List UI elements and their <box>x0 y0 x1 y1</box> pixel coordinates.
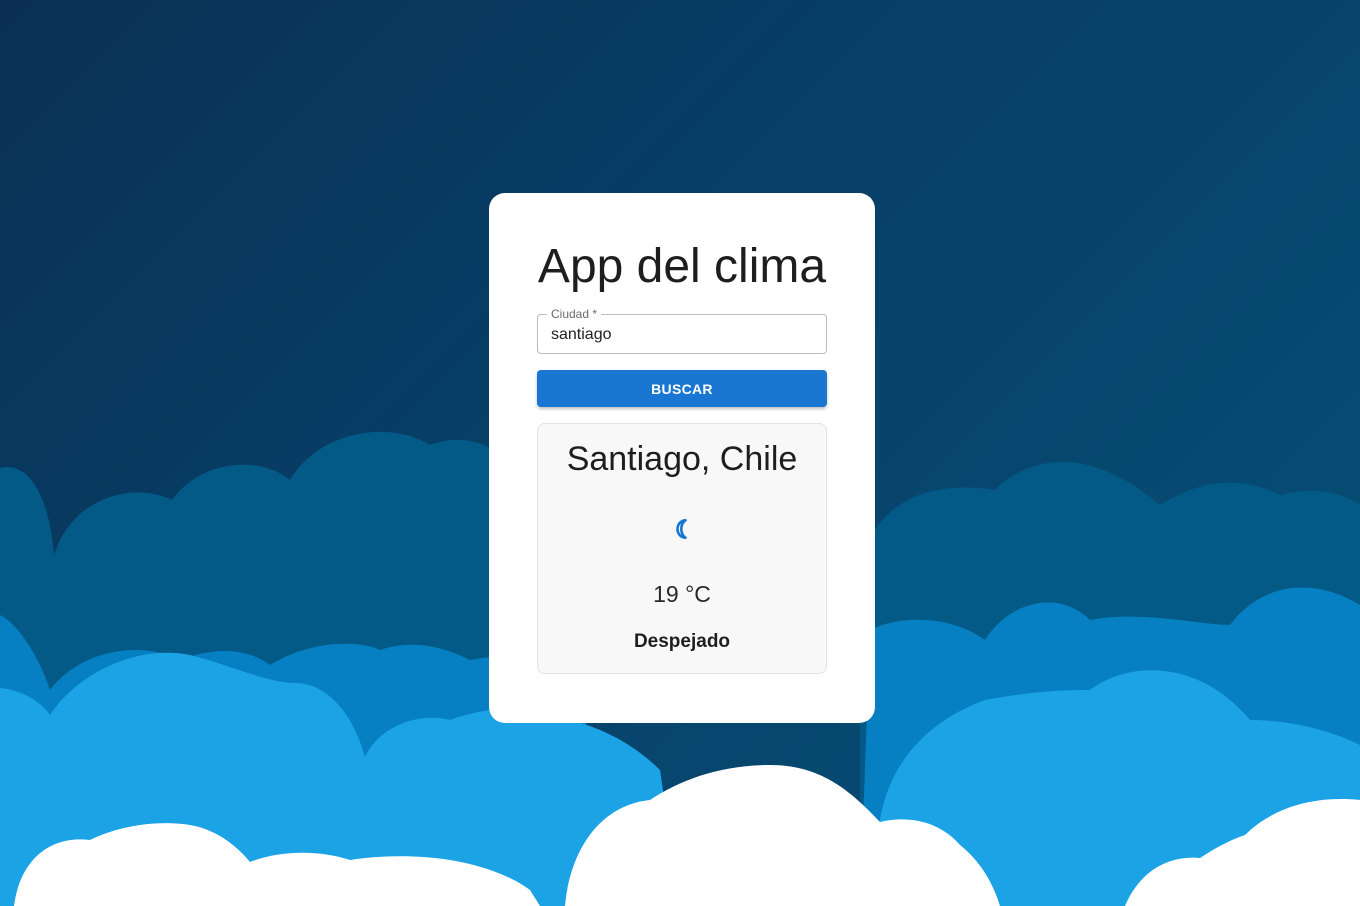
page-title: App del clima <box>537 240 827 293</box>
city-field-label: Ciudad * <box>547 307 602 321</box>
temperature-value: 19 °C <box>653 581 711 607</box>
weather-result-card: Santiago, Chile 19 °C Despejado <box>537 423 827 674</box>
weather-card: App del clima Ciudad * BUSCAR Santiago, … <box>489 193 875 723</box>
page-background: App del clima Ciudad * BUSCAR Santiago, … <box>0 0 1360 906</box>
moon-icon <box>676 518 687 540</box>
weather-description: Despejado <box>633 631 731 652</box>
location-name: Santiago, Chile <box>566 440 798 478</box>
city-input[interactable] <box>551 325 811 345</box>
city-field[interactable]: Ciudad * <box>537 307 827 354</box>
search-button[interactable]: BUSCAR <box>537 370 827 407</box>
